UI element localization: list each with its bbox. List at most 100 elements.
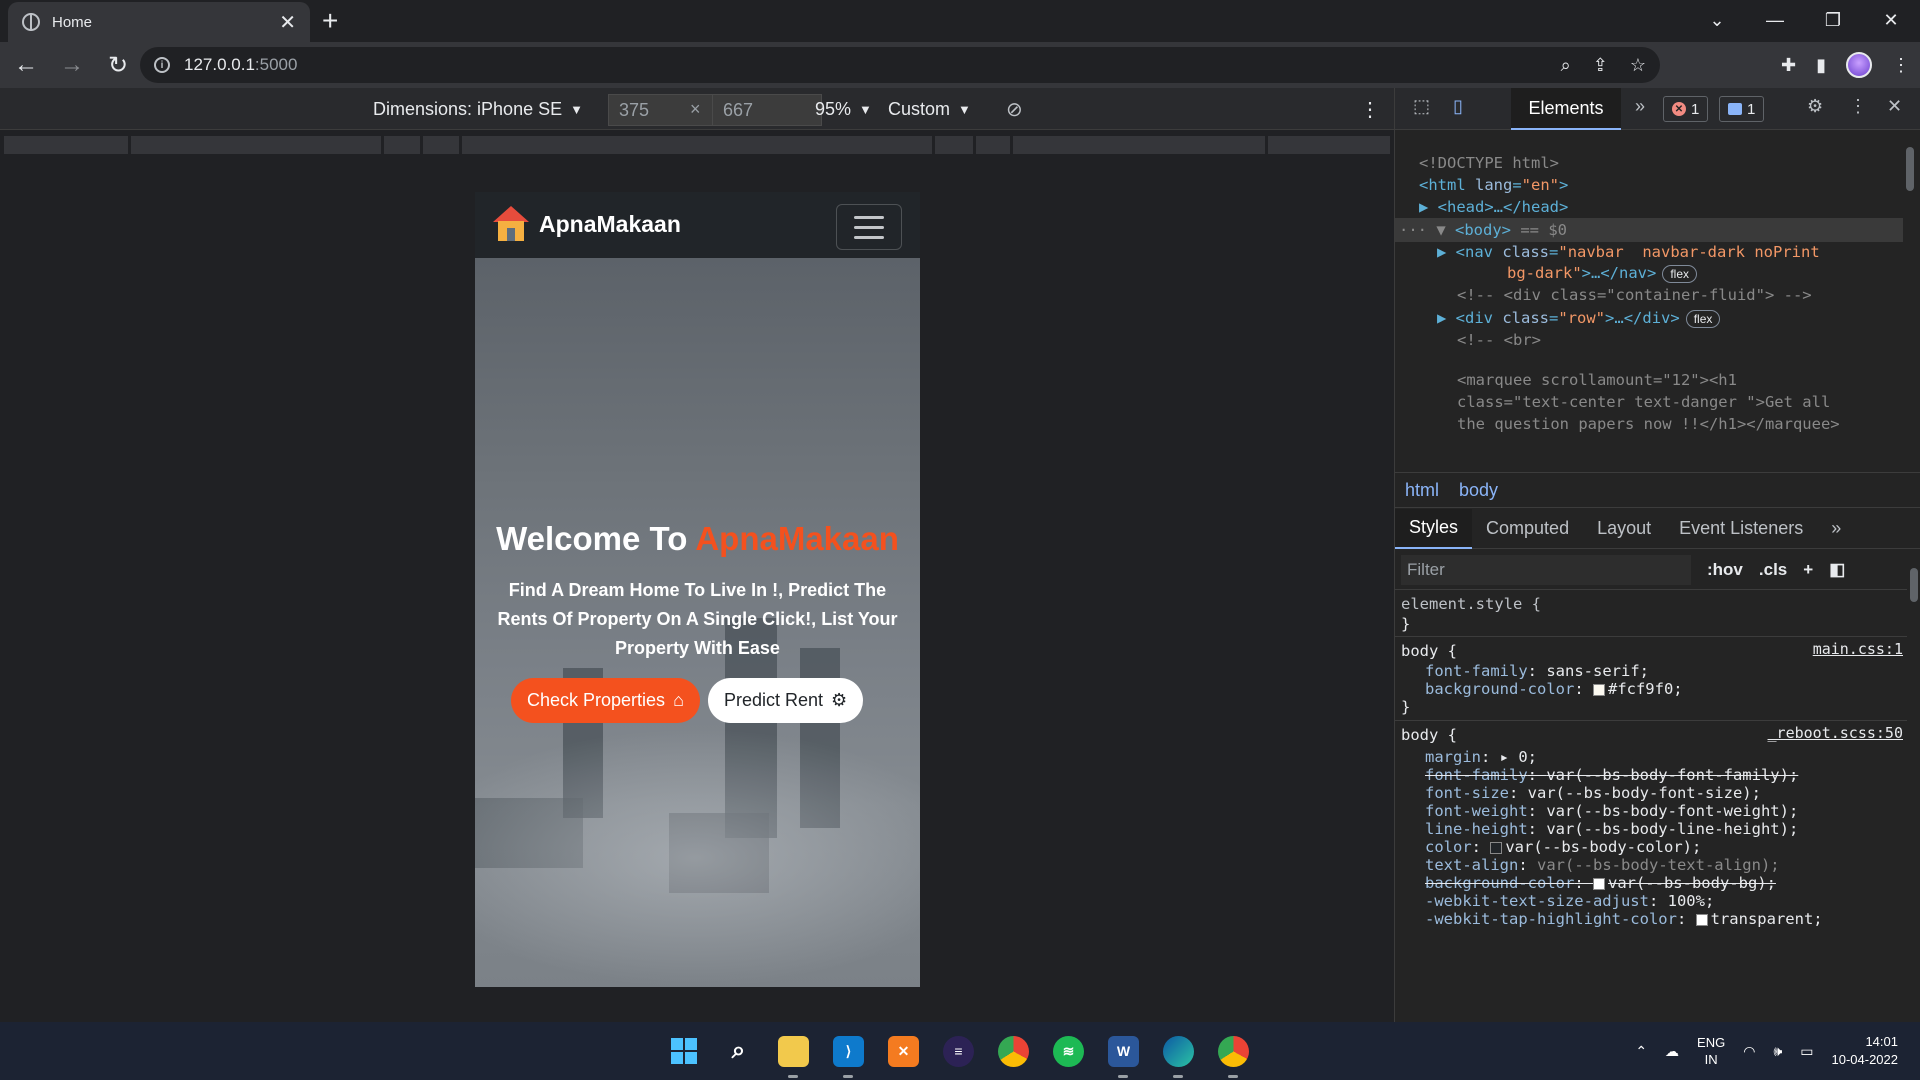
- media-query-segment[interactable]: [384, 136, 420, 154]
- address-bar[interactable]: i 127.0.0.1:5000 ⌕ ⇪ ☆: [140, 47, 1660, 83]
- color-swatch[interactable]: [1592, 877, 1605, 890]
- devtools-kebab-icon[interactable]: ⋮: [1849, 96, 1867, 117]
- crumb-body[interactable]: body: [1449, 480, 1508, 501]
- new-tab-button[interactable]: +: [322, 7, 338, 35]
- zoom-dropdown[interactable]: 95% ▼: [815, 88, 872, 130]
- window-close-button[interactable]: ✕: [1862, 0, 1920, 40]
- menu-kebab-icon[interactable]: ⋮: [1892, 55, 1910, 76]
- clock[interactable]: 14:01 10-04-2022: [1832, 1033, 1899, 1069]
- dom-doctype[interactable]: <!DOCTYPE html>: [1419, 152, 1559, 174]
- predict-rent-button[interactable]: Predict Rent ⚙: [707, 678, 864, 723]
- check-properties-button[interactable]: Check Properties ⌂: [511, 678, 700, 723]
- throttle-dropdown[interactable]: Custom ▼: [888, 88, 971, 130]
- scrollbar-thumb[interactable]: [1910, 568, 1918, 602]
- device-toggle-icon[interactable]: ▯: [1453, 96, 1463, 117]
- rule-selector[interactable]: body {: [1401, 724, 1457, 746]
- more-tabs-icon[interactable]: »: [1817, 509, 1855, 549]
- spotify-icon[interactable]: ≋: [1053, 1035, 1084, 1067]
- cls-toggle[interactable]: .cls: [1759, 560, 1787, 580]
- file-explorer-icon[interactable]: [778, 1035, 809, 1078]
- media-query-segment[interactable]: [935, 136, 973, 154]
- tab-computed[interactable]: Computed: [1472, 509, 1583, 549]
- inspect-element-icon[interactable]: ⬚: [1413, 96, 1430, 117]
- messages-badge[interactable]: 1: [1719, 96, 1765, 122]
- dom-comment[interactable]: <!-- <div class="container-fluid"> -->: [1457, 284, 1812, 306]
- dom-div-row-node[interactable]: ▶ <div class="row">…</div> flex: [1437, 307, 1721, 329]
- battery-icon[interactable]: ▭: [1800, 1043, 1813, 1060]
- site-info-icon[interactable]: i: [154, 57, 170, 73]
- tray-overflow-icon[interactable]: ⌃: [1635, 1043, 1647, 1060]
- rule-selector[interactable]: body {: [1401, 640, 1457, 662]
- width-input[interactable]: 375: [608, 94, 718, 126]
- tab-search-icon[interactable]: ⌄: [1688, 0, 1746, 40]
- tab-layout[interactable]: Layout: [1583, 509, 1665, 549]
- css-declaration[interactable]: background-color: #fcf9f0;: [1425, 678, 1683, 700]
- rule-source-link[interactable]: _reboot.scss:50: [1768, 724, 1903, 742]
- height-input[interactable]: 667: [712, 94, 822, 126]
- media-query-segment[interactable]: [131, 136, 381, 154]
- navbar-toggler-button[interactable]: [836, 204, 902, 250]
- chrome-icon[interactable]: [998, 1035, 1029, 1067]
- color-swatch[interactable]: [1592, 683, 1605, 696]
- site-brand[interactable]: ApnaMakaan: [493, 206, 681, 242]
- eclipse-icon[interactable]: ≡: [943, 1035, 974, 1067]
- word-icon[interactable]: W: [1108, 1035, 1139, 1078]
- scrollbar-thumb[interactable]: [1906, 147, 1914, 191]
- hov-toggle[interactable]: :hov: [1707, 560, 1743, 580]
- search-icon[interactable]: ⌕: [723, 1036, 754, 1067]
- wifi-icon[interactable]: ◠: [1743, 1043, 1755, 1060]
- new-rule-icon[interactable]: +: [1803, 560, 1813, 580]
- dom-body-node[interactable]: ··· ▼ <body> == $0: [1399, 219, 1567, 241]
- dom-html-node[interactable]: <html lang="en">: [1419, 174, 1568, 196]
- side-panel-icon[interactable]: ▮: [1816, 55, 1826, 76]
- share-icon[interactable]: ⇪: [1593, 55, 1608, 76]
- dom-head-node[interactable]: ▶ <head>…</head>: [1419, 196, 1568, 218]
- devtools-close-icon[interactable]: ✕: [1887, 96, 1902, 117]
- minimize-button[interactable]: —: [1746, 0, 1804, 40]
- media-query-segment[interactable]: [423, 136, 459, 154]
- css-declaration[interactable]: -webkit-tap-highlight-color: transparent…: [1425, 908, 1823, 930]
- rotate-icon[interactable]: ⊘: [1006, 88, 1023, 130]
- forward-icon[interactable]: →: [52, 45, 92, 85]
- tab-event-listeners[interactable]: Event Listeners: [1665, 509, 1817, 549]
- restore-button[interactable]: ❐: [1804, 0, 1862, 40]
- tab-elements[interactable]: Elements: [1511, 88, 1621, 130]
- device-dimensions-dropdown[interactable]: Dimensions: iPhone SE ▼: [373, 88, 583, 130]
- device-more-icon[interactable]: ⋮: [1360, 88, 1380, 130]
- profile-avatar[interactable]: [1846, 52, 1872, 78]
- flex-badge[interactable]: flex: [1685, 310, 1721, 328]
- vscode-icon[interactable]: ⟩: [833, 1035, 864, 1078]
- crumb-html[interactable]: html: [1395, 480, 1449, 501]
- color-swatch[interactable]: [1490, 841, 1503, 854]
- media-query-segment[interactable]: [1268, 136, 1390, 154]
- back-icon[interactable]: ←: [6, 45, 46, 85]
- language-indicator[interactable]: ENG IN: [1697, 1034, 1725, 1068]
- styles-scrollbar[interactable]: [1907, 550, 1920, 1022]
- dom-comment[interactable]: <marquee scrollamount="12"><h1: [1457, 369, 1737, 391]
- settings-gear-icon[interactable]: ⚙: [1807, 96, 1823, 117]
- bookmark-star-icon[interactable]: ☆: [1630, 55, 1646, 76]
- errors-badge[interactable]: ✕ 1: [1663, 96, 1709, 122]
- styles-filter-input[interactable]: Filter: [1401, 554, 1691, 585]
- edge-icon[interactable]: [1163, 1035, 1194, 1078]
- onedrive-cloud-icon[interactable]: ☁: [1665, 1043, 1679, 1060]
- media-query-segment[interactable]: [4, 136, 128, 154]
- extensions-icon[interactable]: ✚: [1781, 55, 1796, 76]
- rule-selector[interactable]: element.style {: [1401, 593, 1541, 615]
- dom-scrollbar[interactable]: [1903, 131, 1917, 471]
- chrome-active-icon[interactable]: [1218, 1035, 1249, 1078]
- reload-icon[interactable]: ↻: [98, 45, 138, 85]
- color-swatch[interactable]: [1695, 913, 1708, 926]
- flex-badge[interactable]: flex: [1662, 265, 1697, 283]
- rule-source-link[interactable]: main.css:1: [1813, 640, 1903, 658]
- dom-nav-node[interactable]: ▶ <nav class="navbar navbar-dark noPrint: [1437, 241, 1820, 263]
- zoom-icon[interactable]: ⌕: [1561, 55, 1571, 76]
- dom-comment[interactable]: <!-- <br>: [1457, 329, 1541, 351]
- media-query-segment[interactable]: [1013, 136, 1265, 154]
- tab-home[interactable]: Home ✕: [8, 2, 310, 42]
- media-query-segment[interactable]: [462, 136, 932, 154]
- start-windows-icon[interactable]: [668, 1036, 699, 1067]
- tab-styles[interactable]: Styles: [1395, 508, 1473, 549]
- sidebar-toggle-icon[interactable]: ◧: [1829, 560, 1845, 580]
- media-query-segment[interactable]: [976, 136, 1010, 154]
